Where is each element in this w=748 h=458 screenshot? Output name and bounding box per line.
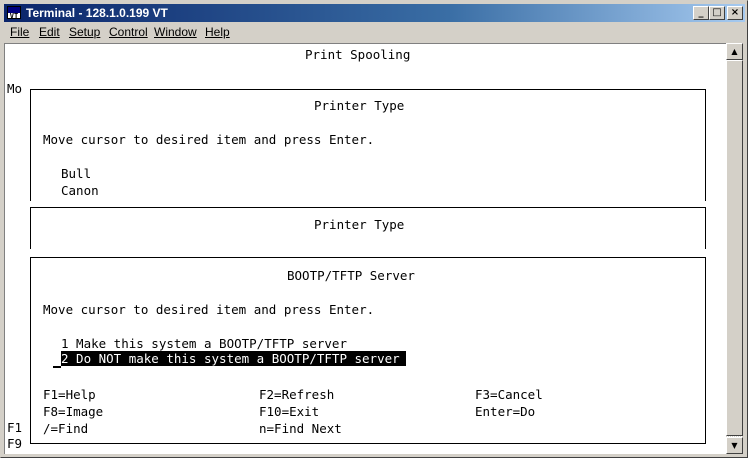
option-make-bootp-server[interactable]: 1 Make this system a BOOTP/TFTP server (61, 336, 347, 351)
window-title: Terminal - 128.1.0.199 VT (26, 6, 168, 20)
terminal-app-icon[interactable]: VT (7, 6, 21, 20)
dialog-title: Printer Type (314, 217, 405, 232)
scrollbar-thumb[interactable] (726, 60, 743, 436)
fkey-find[interactable]: /=Find (43, 421, 88, 436)
option-do-not-make-bootp-server[interactable]: 2 Do NOT make this system a BOOTP/TFTP s… (61, 351, 406, 366)
title-bar[interactable]: VT Terminal - 128.1.0.199 VT _ □ × (4, 4, 745, 22)
list-item-bull[interactable]: Bull (61, 166, 91, 181)
dialog-instruction: Move cursor to desired item and press En… (43, 302, 375, 317)
vertical-scrollbar[interactable]: ▲ ▼ (726, 43, 743, 454)
list-item-canon[interactable]: Canon (61, 183, 99, 198)
fkey-find-next[interactable]: n=Find Next (259, 421, 342, 436)
text-cursor (53, 366, 61, 368)
fkey-exit[interactable]: F10=Exit (259, 404, 319, 419)
menu-bar: File Edit Setup Control Window Help (4, 23, 745, 42)
menu-setup[interactable]: Setup (69, 23, 100, 42)
terminal-screen[interactable]: Print Spooling Mo F1 F9 Printer Type Mov… (4, 43, 726, 454)
margin-text-f9: F9 (7, 436, 23, 451)
dialog-title: Printer Type (314, 98, 405, 113)
fkey-refresh[interactable]: F2=Refresh (259, 387, 334, 402)
close-button[interactable]: × (727, 6, 743, 20)
menu-window[interactable]: Window (154, 23, 197, 42)
menu-file[interactable]: File (10, 23, 29, 42)
margin-text-mo: Mo (7, 81, 23, 96)
maximize-button[interactable]: □ (709, 6, 725, 20)
scroll-down-arrow-icon[interactable]: ▼ (726, 437, 743, 454)
minimize-button[interactable]: _ (693, 6, 709, 20)
menu-edit[interactable]: Edit (39, 23, 60, 42)
fkey-do[interactable]: Enter=Do (475, 404, 535, 419)
menu-control[interactable]: Control (109, 23, 148, 42)
screen-header: Print Spooling (305, 47, 411, 62)
fkey-help[interactable]: F1=Help (43, 387, 96, 402)
fkey-image[interactable]: F8=Image (43, 404, 103, 419)
margin-text-f1: F1 (7, 420, 23, 435)
terminal-window: VT Terminal - 128.1.0.199 VT _ □ × File … (0, 0, 748, 458)
dialog-instruction: Move cursor to desired item and press En… (43, 132, 375, 147)
fkey-cancel[interactable]: F3=Cancel (475, 387, 543, 402)
scroll-up-arrow-icon[interactable]: ▲ (726, 43, 743, 60)
dialog-title: BOOTP/TFTP Server (287, 268, 415, 283)
menu-help[interactable]: Help (205, 23, 230, 42)
